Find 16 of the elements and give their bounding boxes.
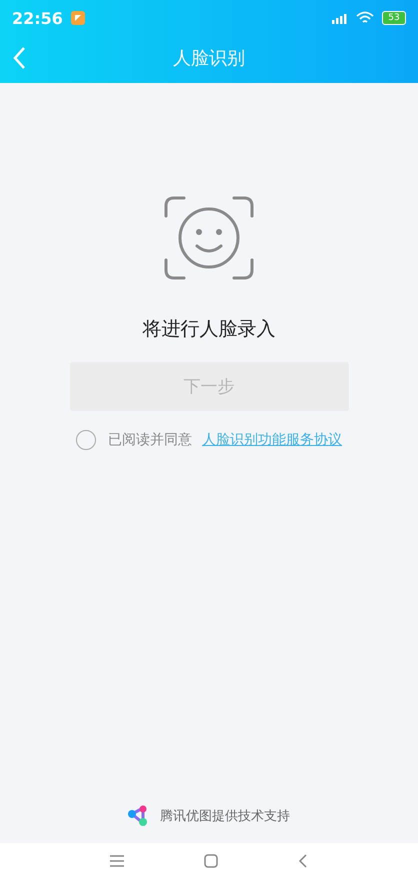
face-scan-icon xyxy=(164,196,254,280)
agree-radio[interactable] xyxy=(76,430,96,450)
page-title: 人脸识别 xyxy=(173,46,245,70)
wifi-icon xyxy=(356,11,374,25)
battery-level: 53 xyxy=(382,11,406,25)
home-icon[interactable] xyxy=(204,854,218,868)
prompt-text: 将进行人脸录入 xyxy=(142,317,276,342)
menu-icon[interactable] xyxy=(110,855,124,867)
status-time: 22:56 xyxy=(12,8,63,28)
agreement-link[interactable]: 人脸识别功能服务协议 xyxy=(202,431,342,449)
notification-icon xyxy=(70,11,85,25)
back-icon[interactable] xyxy=(298,854,308,868)
footer-text: 腾讯优图提供技术支持 xyxy=(160,808,290,824)
agree-text: 已阅读并同意 xyxy=(108,431,192,449)
logo-icon xyxy=(128,804,150,826)
signal-icon xyxy=(332,12,348,24)
